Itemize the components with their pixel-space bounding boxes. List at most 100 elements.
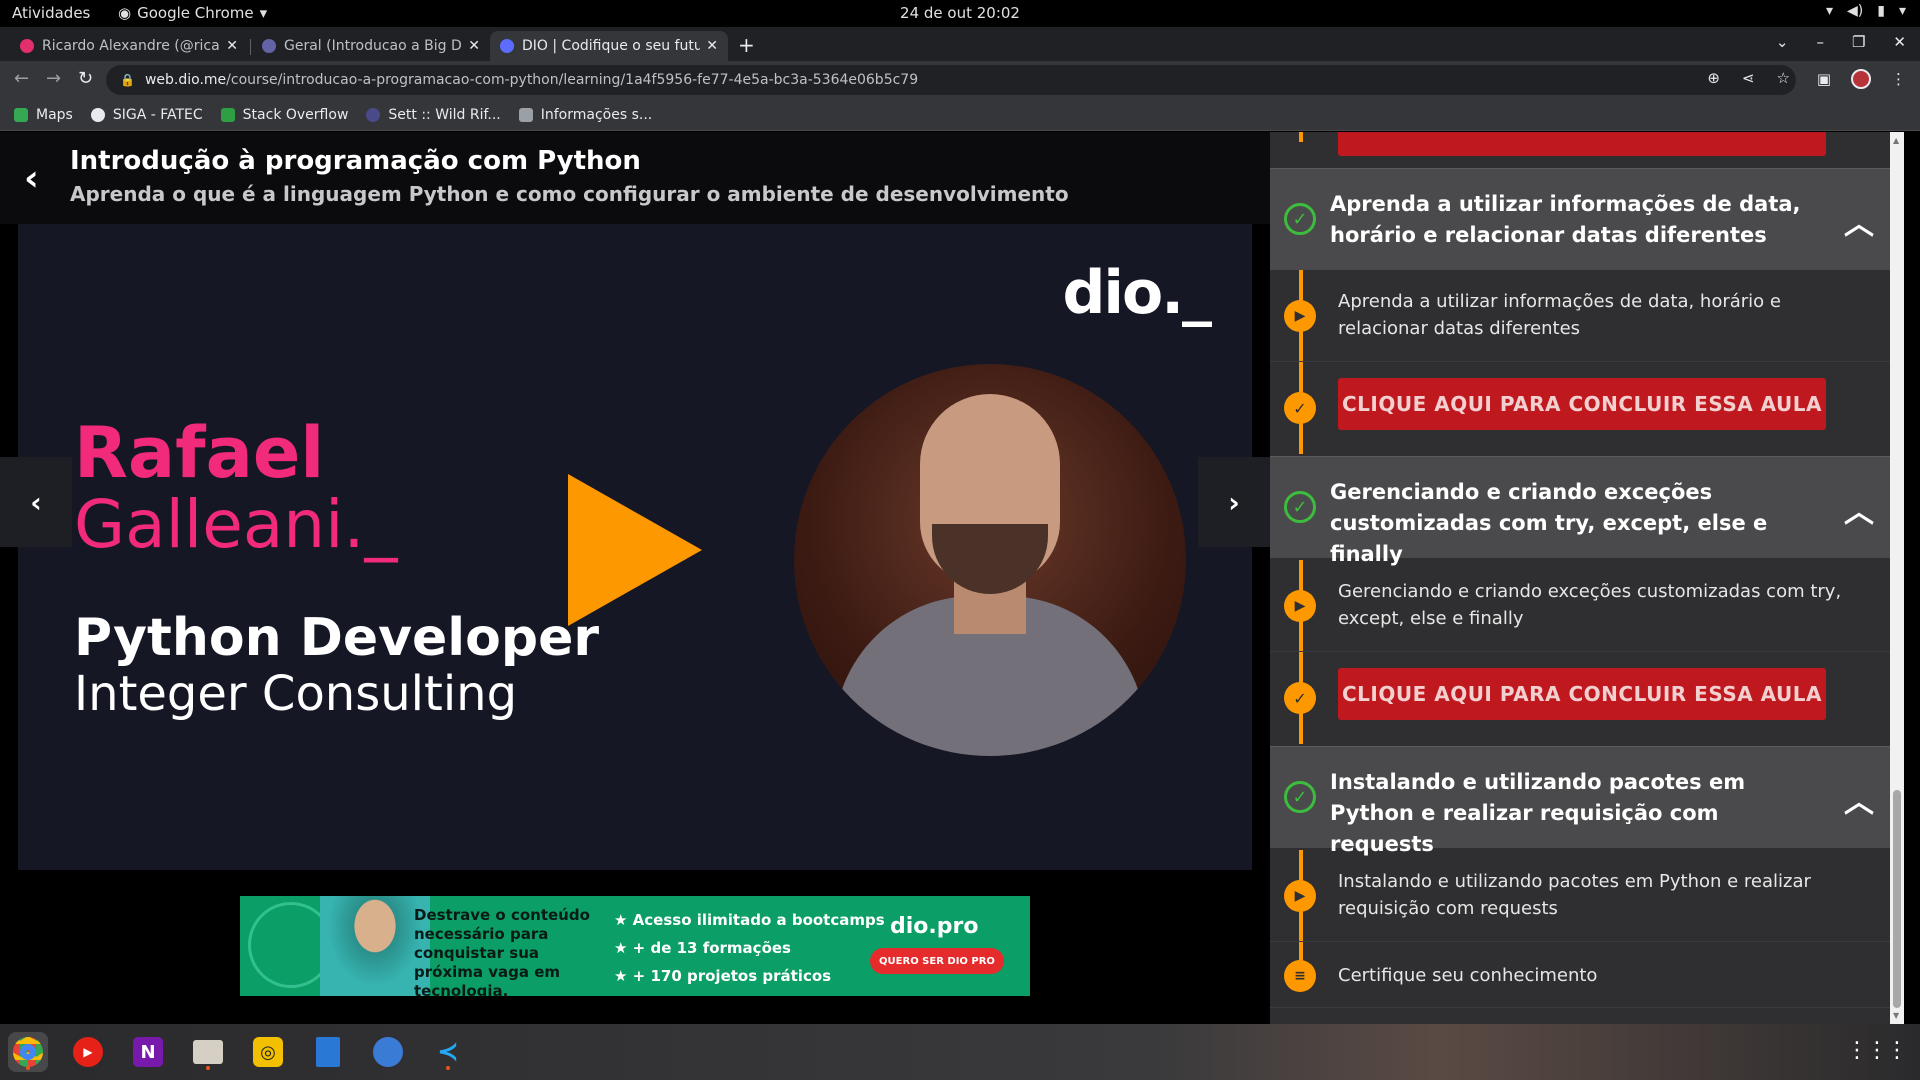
lesson-title: Aprenda a utilizar informações de data, … — [1338, 291, 1781, 339]
toolbar-right: ▣ ⋮ — [1817, 69, 1906, 89]
menu-icon[interactable]: ⋮ — [1891, 70, 1906, 88]
scrollbar-thumb[interactable] — [1893, 790, 1901, 1008]
battery-icon: ▮ — [1877, 3, 1885, 19]
bookmark-wildrift[interactable]: Sett :: Wild Rif... — [366, 106, 501, 123]
bookmark-star-icon[interactable]: ☆ — [1777, 69, 1790, 87]
check-icon: ✓ — [1284, 392, 1316, 424]
zoom-icon[interactable]: ⊕ — [1707, 69, 1720, 87]
banner-benefits: Acesso ilimitado a bootcamps + de 13 for… — [614, 906, 885, 990]
scroll-up-icon[interactable]: ▲ — [1893, 136, 1899, 145]
close-icon[interactable]: ✕ — [226, 38, 238, 54]
lesson-item[interactable]: ▶ Aprenda a utilizar informações de data… — [1270, 270, 1890, 362]
video-player[interactable]: dio._ Rafael Galleani._ Python Developer… — [18, 224, 1252, 870]
bookmark-label: Maps — [36, 106, 73, 123]
thunderbird-dock-icon[interactable] — [368, 1032, 408, 1072]
conclude-row: ✓ CLIQUE AQUI PARA CONCLUIR ESSA AULA — [1270, 362, 1890, 454]
writer-dock-icon[interactable] — [308, 1032, 348, 1072]
scroll-down-icon[interactable]: ▼ — [1893, 1011, 1899, 1020]
bookmark-label: SIGA - FATEC — [112, 106, 203, 123]
dio-pro-button[interactable]: QUERO SER DIO PRO — [870, 948, 1004, 974]
completed-check-icon: ✓ — [1284, 781, 1316, 813]
check-icon: ✓ — [1284, 682, 1316, 714]
sidebar-scrollbar[interactable]: ▲ ▼ — [1890, 132, 1904, 1024]
side-panel-icon[interactable]: ▣ — [1817, 70, 1831, 88]
back-button[interactable]: ← — [14, 68, 29, 89]
benefit-item: + de 13 formações — [614, 934, 885, 962]
address-bar[interactable]: 🔒 web.dio.me /course/introducao-a-progra… — [106, 65, 1796, 95]
previous-lesson-button[interactable]: ‹ — [0, 457, 72, 547]
play-lesson-icon: ▶ — [1284, 880, 1316, 912]
youtube-music-dock-icon[interactable]: ▶ — [68, 1032, 108, 1072]
conclude-button-partial[interactable] — [1338, 132, 1826, 156]
course-subtitle: Aprenda o que é a linguagem Python e com… — [70, 182, 1069, 206]
close-icon[interactable]: ✕ — [706, 38, 718, 54]
tab-search-icon[interactable]: ⌄ — [1776, 33, 1789, 51]
chevron-up-icon[interactable]: ︿ — [1844, 199, 1874, 243]
tab-instagram[interactable]: Ricardo Alexandre (@rica ✕ — [10, 31, 248, 61]
bookmark-label: Sett :: Wild Rif... — [388, 106, 501, 123]
power-menu-icon: ▾ — [1898, 3, 1906, 19]
next-lesson-button[interactable]: › — [1198, 457, 1270, 547]
close-icon[interactable]: ✕ — [468, 38, 480, 54]
lesson-title: Instalando e utilizando pacotes em Pytho… — [1338, 871, 1811, 919]
show-apps-icon[interactable]: ⋮⋮⋮ — [1846, 1038, 1908, 1063]
rhythmbox-dock-icon[interactable]: ◎ — [248, 1032, 288, 1072]
chrome-dock-icon[interactable] — [8, 1032, 48, 1072]
minimize-button[interactable]: – — [1816, 33, 1824, 51]
lesson-item[interactable]: ▶ Instalando e utilizando pacotes em Pyt… — [1270, 850, 1890, 942]
module-header[interactable]: ✓ Instalando e utilizando pacotes em Pyt… — [1270, 746, 1890, 856]
url-path: /course/introducao-a-programacao-com-pyt… — [226, 72, 919, 88]
reload-button[interactable]: ↻ — [78, 68, 93, 89]
lock-icon[interactable]: 🔒 — [120, 73, 135, 87]
clock[interactable]: 24 de out 20:02 — [0, 4, 1920, 22]
chevron-up-icon[interactable]: ︿ — [1844, 777, 1874, 821]
vscode-dock-icon[interactable]: ≺ — [428, 1032, 468, 1072]
back-arrow-icon[interactable]: ‹ — [24, 158, 39, 199]
bookmark-folder[interactable]: Informações s... — [518, 106, 653, 123]
page-content: ‹ Introdução à programação com Python Ap… — [0, 132, 1920, 1024]
forward-button[interactable]: → — [46, 68, 61, 89]
conclude-row: ✓ CLIQUE AQUI PARA CONCLUIR ESSA AULA — [1270, 652, 1890, 744]
tab-title: Ricardo Alexandre (@rica — [42, 38, 220, 54]
tab-title: Geral (Introducao a Big D — [284, 38, 462, 54]
benefit-item: + 170 projetos práticos — [614, 962, 885, 990]
ubuntu-dock: ▶ N ◎ ≺ ⋮⋮⋮ — [0, 1024, 1920, 1080]
bookmark-stackoverflow[interactable]: Stack Overflow — [220, 107, 348, 123]
speaker-role: Python Developer — [74, 608, 599, 668]
quiz-item[interactable]: ≡ Certifique seu conhecimento — [1270, 942, 1890, 1008]
list-icon: ≡ — [1284, 960, 1316, 992]
play-icon[interactable] — [568, 474, 702, 626]
tab-dio[interactable]: DIO | Codifique o seu futu ✕ — [490, 31, 728, 61]
restore-button[interactable]: ❐ — [1852, 33, 1865, 51]
bookmark-siga[interactable]: SIGA - FATEC — [90, 106, 203, 123]
running-indicator — [206, 1066, 210, 1070]
browser-toolbar: ← → ↻ 🔒 web.dio.me /course/introducao-a-… — [0, 61, 1920, 99]
module-header[interactable]: ✓ Aprenda a utilizar informações de data… — [1270, 168, 1890, 270]
files-dock-icon[interactable] — [188, 1032, 228, 1072]
instagram-icon — [20, 39, 34, 53]
omnibox-actions: ⊕ ⋖ ☆ — [1707, 69, 1790, 87]
lesson-title: Gerenciando e criando exceções customiza… — [1338, 581, 1842, 629]
bookmark-label: Informações s... — [540, 106, 653, 123]
wifi-icon: ▾ — [1825, 3, 1834, 19]
bookmark-maps[interactable]: Maps — [14, 107, 73, 123]
new-tab-button[interactable]: + — [738, 33, 755, 57]
course-title: Introdução à programação com Python — [70, 146, 641, 176]
chevron-left-icon: ‹ — [30, 485, 42, 519]
close-window-button[interactable]: ✕ — [1893, 33, 1906, 51]
share-icon[interactable]: ⋖ — [1742, 69, 1755, 87]
chevron-up-icon[interactable]: ︿ — [1844, 487, 1874, 531]
banner-text: Destrave o conteúdo necessário para conq… — [414, 906, 590, 996]
system-tray[interactable]: ▾ ◀) ▮ ▾ — [1826, 3, 1906, 19]
dio-pro-banner[interactable]: Destrave o conteúdo necessário para conq… — [240, 896, 1030, 996]
onenote-dock-icon[interactable]: N — [128, 1032, 168, 1072]
conclude-lesson-button[interactable]: CLIQUE AQUI PARA CONCLUIR ESSA AULA — [1338, 378, 1826, 430]
speaker-company: Integer Consulting — [74, 666, 518, 722]
tab-teams[interactable]: Geral (Introducao a Big D ✕ — [252, 31, 490, 61]
profile-avatar[interactable] — [1851, 69, 1871, 89]
conclude-lesson-button[interactable]: CLIQUE AQUI PARA CONCLUIR ESSA AULA — [1338, 668, 1826, 720]
module-header[interactable]: ✓ Gerenciando e criando exceções customi… — [1270, 456, 1890, 566]
stackoverflow-icon — [220, 107, 235, 122]
lesson-item[interactable]: ▶ Gerenciando e criando exceções customi… — [1270, 560, 1890, 652]
speaker-first-name: Rafael — [74, 412, 325, 494]
